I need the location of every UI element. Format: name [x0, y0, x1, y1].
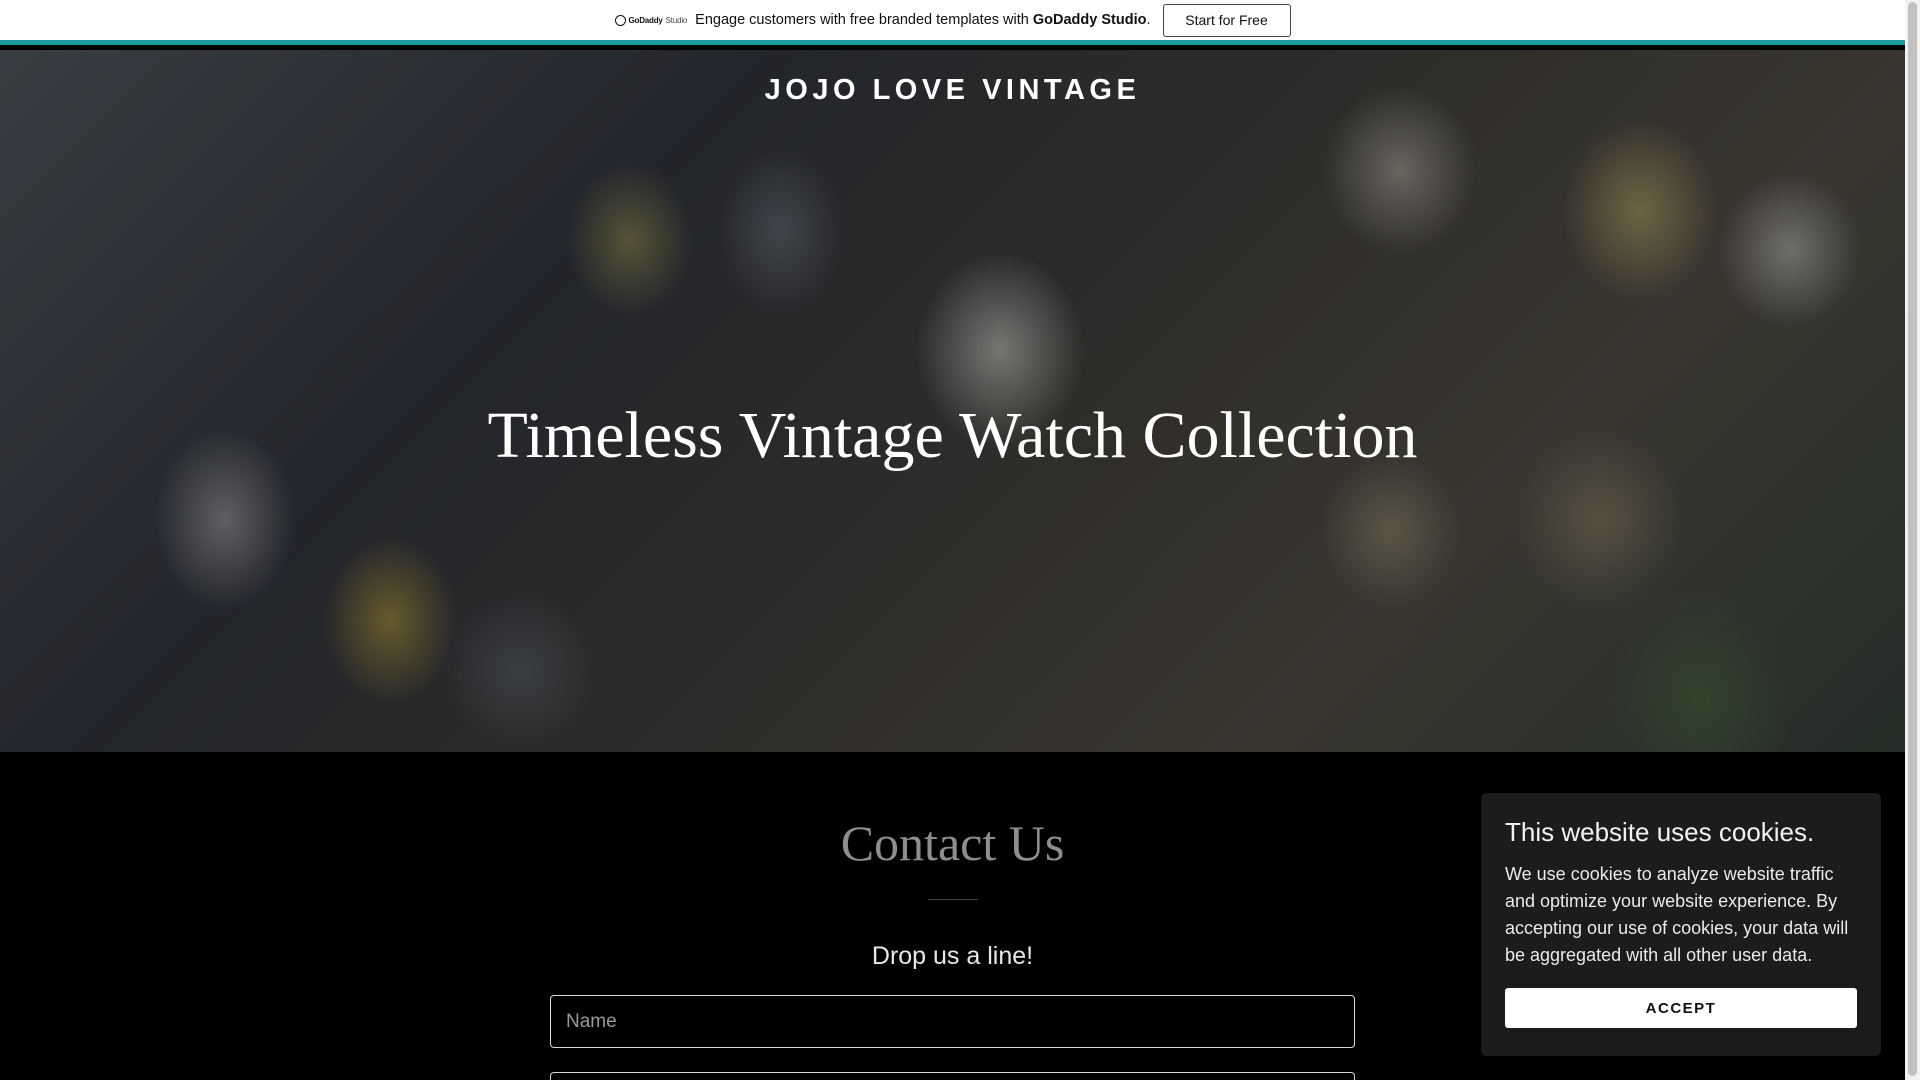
- promo-text-brand: GoDaddy Studio: [1032, 12, 1147, 28]
- logo-product: Studio: [665, 15, 688, 25]
- promo-banner: GoDaddy Studio Engage customers with fre…: [0, 0, 1905, 45]
- logo-brand: GoDaddy: [628, 15, 663, 25]
- cookie-banner: This website uses cookies. We use cookie…: [1481, 793, 1881, 1056]
- start-for-free-button[interactable]: Start for Free: [1162, 3, 1291, 37]
- hero-section: JOJO LOVE VINTAGE Timeless Vintage Watch…: [0, 50, 1905, 752]
- section-divider: [928, 899, 978, 900]
- godaddy-studio-logo[interactable]: GoDaddy Studio: [614, 14, 688, 26]
- cookie-body: We use cookies to analyze website traffi…: [1505, 864, 1849, 965]
- promo-text: Engage customers with free branded templ…: [695, 12, 1150, 28]
- godaddy-logo-icon: [614, 14, 626, 26]
- accept-cookies-button[interactable]: ACCEPT: [1505, 988, 1857, 1028]
- email-input[interactable]: [550, 1072, 1355, 1080]
- name-input[interactable]: [550, 995, 1355, 1048]
- promo-text-prefix: Engage customers with free branded templ…: [695, 12, 1033, 28]
- page-scrollbar[interactable]: [1905, 0, 1920, 1080]
- scrollbar-thumb[interactable]: [1908, 2, 1917, 1076]
- hero-heading: Timeless Vintage Watch Collection: [487, 399, 1418, 472]
- promo-text-suffix: .: [1146, 12, 1151, 28]
- cookie-title: This website uses cookies.: [1505, 817, 1815, 847]
- site-title[interactable]: JOJO LOVE VINTAGE: [0, 74, 1905, 107]
